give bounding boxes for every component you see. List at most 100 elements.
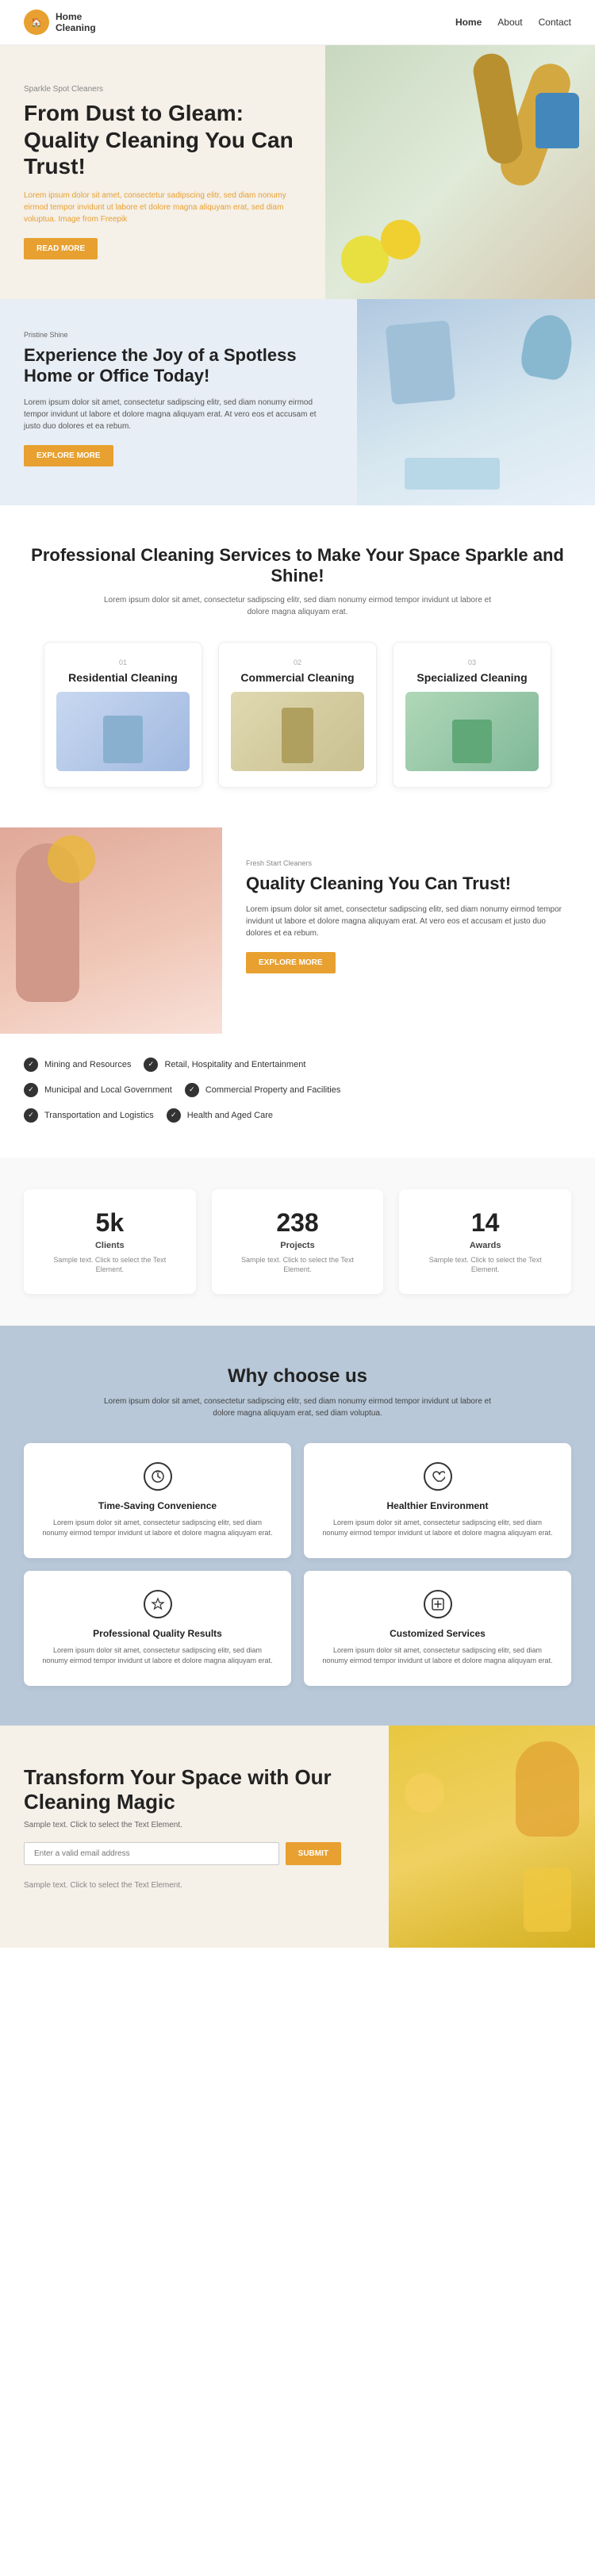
stat-label-awards: Awards: [415, 1241, 555, 1250]
service-image-commercial: [231, 692, 364, 771]
stat-clients: 5k Clients Sample text. Click to select …: [24, 1189, 196, 1294]
why-choose-text: Lorem ipsum dolor sit amet, consectetur …: [99, 1395, 496, 1419]
service-title-2: Commercial Cleaning: [231, 671, 364, 684]
section4-image: [0, 827, 222, 1034]
email-form: SUBMIT: [24, 1842, 341, 1865]
why-card-title-health: Healthier Environment: [320, 1500, 555, 1511]
industry-transport: ✓ Transportation and Logistics: [24, 1108, 154, 1123]
section4-text: Lorem ipsum dolor sit amet, consectetur …: [246, 904, 571, 939]
stat-projects: 238 Projects Sample text. Click to selec…: [212, 1189, 384, 1294]
hero-cta-button[interactable]: READ MORE: [24, 238, 98, 259]
service-num-3: 03: [405, 658, 539, 666]
quality-icon: [144, 1590, 172, 1618]
healthier-icon: [424, 1462, 452, 1491]
why-card-title-quality: Professional Quality Results: [40, 1628, 275, 1639]
services-title: Professional Cleaning Services to Make Y…: [24, 545, 571, 586]
service-image-residential: [56, 692, 190, 771]
stat-label-clients: Clients: [40, 1241, 180, 1250]
why-choose-title: Why choose us: [24, 1365, 571, 1388]
why-choose-header: Why choose us Lorem ipsum dolor sit amet…: [24, 1365, 571, 1419]
why-choose-section: Why choose us Lorem ipsum dolor sit amet…: [0, 1326, 595, 1726]
hero-section: Sparkle Spot Cleaners From Dust to Gleam…: [0, 45, 595, 299]
nav-contact[interactable]: Contact: [539, 17, 571, 28]
industries-section: ✓ Mining and Resources ✓ Retail, Hospita…: [0, 1034, 595, 1157]
section2-text: Lorem ipsum dolor sit amet, consectetur …: [24, 397, 333, 432]
check-icon-1: ✓: [24, 1058, 38, 1072]
service-image-specialized: [405, 692, 539, 771]
services-section: Professional Cleaning Services to Make Y…: [0, 505, 595, 827]
check-icon-6: ✓: [167, 1108, 181, 1123]
industry-mining: ✓ Mining and Resources: [24, 1058, 131, 1072]
hero-link[interactable]: Freepik: [101, 215, 127, 224]
check-icon-4: ✓: [185, 1083, 199, 1097]
industry-label-transport: Transportation and Logistics: [44, 1111, 154, 1120]
why-card-title-time: Time-Saving Convenience: [40, 1500, 275, 1511]
stat-text-awards: Sample text. Click to select the Text El…: [415, 1255, 555, 1275]
custom-icon: [424, 1590, 452, 1618]
stat-awards: 14 Awards Sample text. Click to select t…: [399, 1189, 571, 1294]
time-saving-icon: [144, 1462, 172, 1491]
service-card-specialized: 03 Specialized Cleaning: [393, 642, 551, 788]
stat-text-clients: Sample text. Click to select the Text El…: [40, 1255, 180, 1275]
why-card-text-time: Lorem ipsum dolor sit amet, consectetur …: [40, 1518, 275, 1539]
submit-button[interactable]: SUBMIT: [286, 1842, 341, 1865]
service-card-residential: 01 Residential Cleaning: [44, 642, 202, 788]
section4-cta-button[interactable]: EXPLORE MORE: [246, 952, 336, 973]
section2-cta-button[interactable]: EXPLORE MORE: [24, 445, 113, 466]
transform-image: [389, 1726, 595, 1948]
why-grid: Time-Saving Convenience Lorem ipsum dolo…: [24, 1443, 571, 1686]
industry-retail: ✓ Retail, Hospitality and Entertainment: [144, 1058, 305, 1072]
transform-bottom-text: Sample text. Click to select the Text El…: [24, 1881, 341, 1890]
hero-content: Sparkle Spot Cleaners From Dust to Gleam…: [24, 85, 309, 259]
stat-number-clients: 5k: [40, 1208, 180, 1238]
nav-links: Home About Contact: [455, 17, 571, 28]
section4-badge: Fresh Start Cleaners: [246, 859, 571, 867]
check-icon-2: ✓: [144, 1058, 158, 1072]
navigation: 🏠 Home Cleaning Home About Contact: [0, 0, 595, 45]
industry-municipal: ✓ Municipal and Local Government: [24, 1083, 172, 1097]
services-grid: 01 Residential Cleaning 02 Commercial Cl…: [24, 642, 571, 788]
transform-title: Transform Your Space with Our Cleaning M…: [24, 1765, 341, 1814]
industry-row-3: ✓ Transportation and Logistics ✓ Health …: [24, 1108, 571, 1123]
stats-section: 5k Clients Sample text. Click to select …: [0, 1157, 595, 1326]
transform-text: Sample text. Click to select the Text El…: [24, 1821, 341, 1829]
why-card-text-quality: Lorem ipsum dolor sit amet, consectetur …: [40, 1645, 275, 1667]
hero-subtitle: Sparkle Spot Cleaners: [24, 85, 309, 94]
service-num-2: 02: [231, 658, 364, 666]
why-card-time: Time-Saving Convenience Lorem ipsum dolo…: [24, 1443, 291, 1558]
industry-row-2: ✓ Municipal and Local Government ✓ Comme…: [24, 1083, 571, 1097]
hero-image: [325, 45, 595, 299]
stat-number-awards: 14: [415, 1208, 555, 1238]
stat-number-projects: 238: [228, 1208, 368, 1238]
logo[interactable]: 🏠 Home Cleaning: [24, 10, 96, 35]
why-card-quality: Professional Quality Results Lorem ipsum…: [24, 1571, 291, 1686]
industry-label-mining: Mining and Resources: [44, 1060, 131, 1069]
why-card-health: Healthier Environment Lorem ipsum dolor …: [304, 1443, 571, 1558]
service-title-1: Residential Cleaning: [56, 671, 190, 684]
industry-commercial-property: ✓ Commercial Property and Facilities: [185, 1083, 341, 1097]
industry-label-commercial-property: Commercial Property and Facilities: [205, 1085, 341, 1095]
nav-home[interactable]: Home: [455, 17, 482, 28]
section4-content: Fresh Start Cleaners Quality Cleaning Yo…: [222, 827, 595, 1034]
hero-text: Lorem ipsum dolor sit amet, consectetur …: [24, 190, 309, 225]
why-card-custom: Customized Services Lorem ipsum dolor si…: [304, 1571, 571, 1686]
industry-label-health: Health and Aged Care: [187, 1111, 273, 1120]
section2-content: Pristine Shine Experience the Joy of a S…: [0, 299, 357, 505]
transform-content: Transform Your Space with Our Cleaning M…: [24, 1765, 341, 1890]
industry-label-municipal: Municipal and Local Government: [44, 1085, 172, 1095]
service-num-1: 01: [56, 658, 190, 666]
check-icon-5: ✓: [24, 1108, 38, 1123]
logo-icon: 🏠: [24, 10, 49, 35]
industry-health: ✓ Health and Aged Care: [167, 1108, 273, 1123]
section2: Pristine Shine Experience the Joy of a S…: [0, 299, 595, 505]
industry-label-retail: Retail, Hospitality and Entertainment: [164, 1060, 305, 1069]
stat-text-projects: Sample text. Click to select the Text El…: [228, 1255, 368, 1275]
service-title-3: Specialized Cleaning: [405, 671, 539, 684]
section2-image: [357, 299, 595, 505]
section2-badge: Pristine Shine: [24, 331, 333, 339]
transform-section: Transform Your Space with Our Cleaning M…: [0, 1726, 595, 1948]
email-input[interactable]: [24, 1842, 279, 1865]
nav-about[interactable]: About: [497, 17, 522, 28]
why-card-title-custom: Customized Services: [320, 1628, 555, 1639]
stats-grid: 5k Clients Sample text. Click to select …: [24, 1189, 571, 1294]
